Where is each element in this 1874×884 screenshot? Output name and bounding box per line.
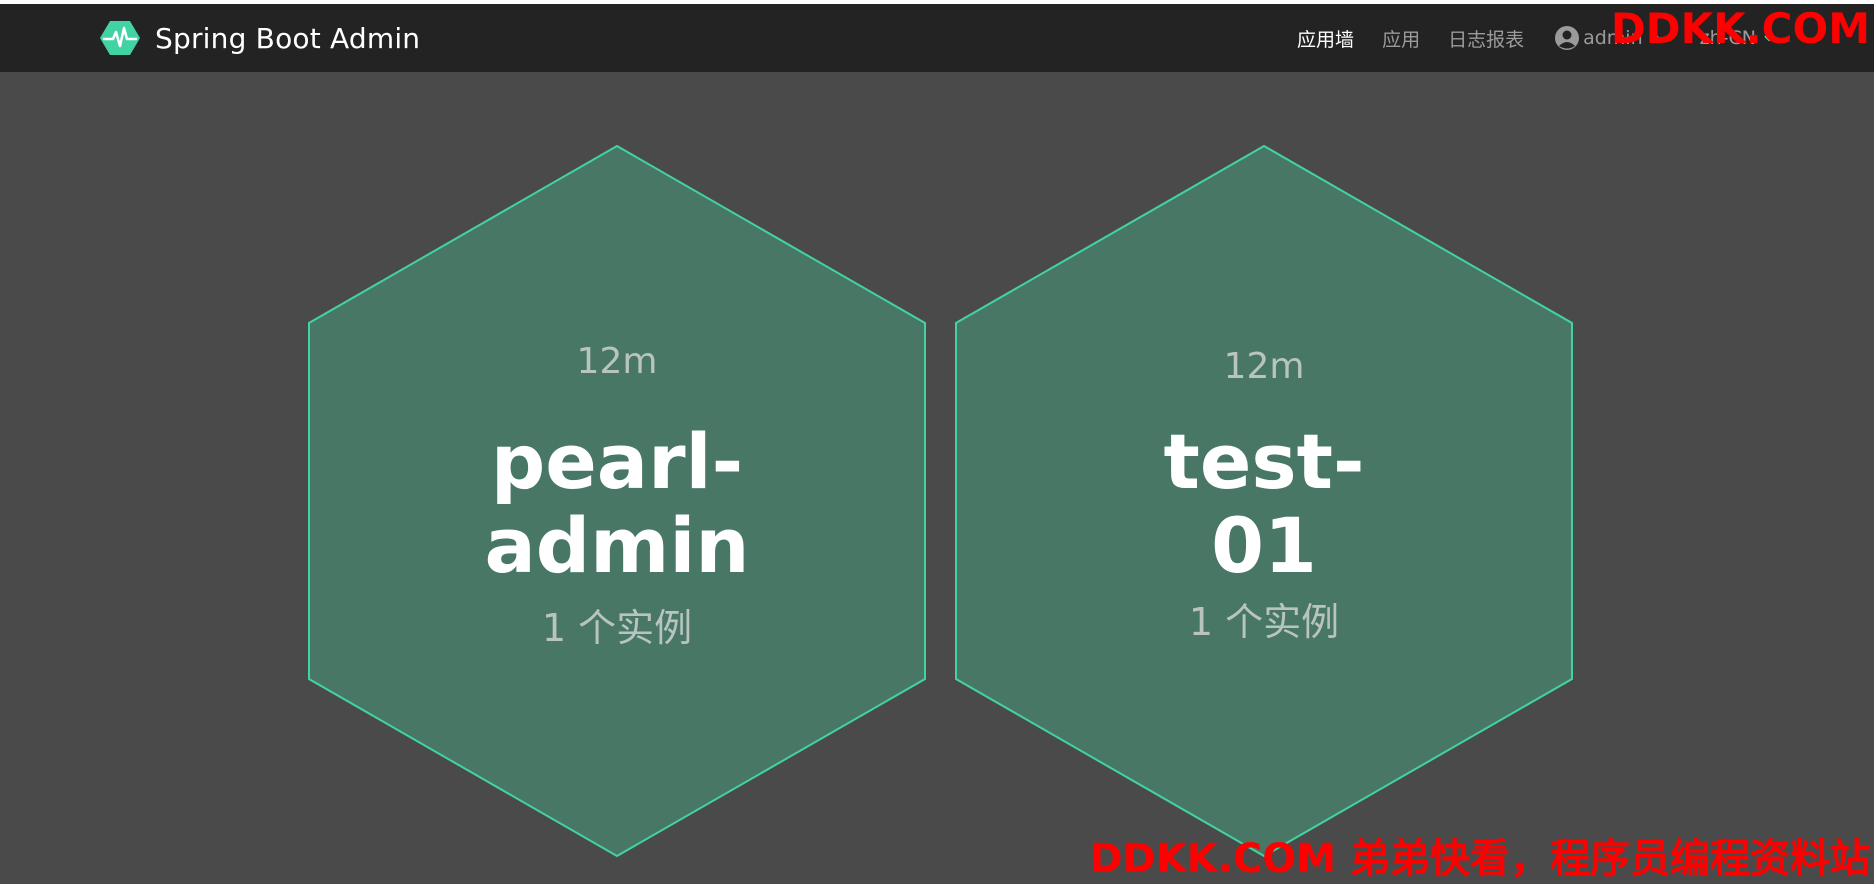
app-name-line1: test-	[1163, 417, 1365, 506]
app-instance-count: 1 个实例	[541, 606, 693, 650]
navbar: Spring Boot Admin 应用墙 应用 日志报表 admin zh-C…	[0, 4, 1874, 72]
app-name-line1: pearl-	[490, 417, 744, 506]
nav-tab-applications[interactable]: 应用	[1382, 25, 1420, 52]
app-uptime: 12m	[576, 341, 658, 382]
application-hexagon[interactable]: 12m pearl- admin 1 个实例	[307, 145, 927, 857]
app-name-line2: 01	[1211, 501, 1317, 590]
user-circle-icon	[1555, 26, 1580, 50]
watermark-top: DDKK.COM	[1610, 4, 1870, 53]
nav-tab-wallboard[interactable]: 应用墙	[1297, 25, 1354, 52]
app-instance-count: 1 个实例	[1188, 600, 1340, 644]
app-title: Spring Boot Admin	[155, 21, 421, 55]
app-name-line2: admin	[484, 501, 750, 590]
brand[interactable]: Spring Boot Admin	[100, 4, 420, 72]
application-hexagon[interactable]: 12m test- 01 1 个实例	[954, 145, 1574, 857]
watermark-bottom: DDKK.COM 弟弟快看，程序员编程资料站	[1089, 836, 1870, 882]
application-wallboard: 12m pearl- admin 1 个实例 12m test- 01 1 个实…	[0, 72, 1874, 872]
spring-boot-admin-logo-icon	[100, 21, 140, 55]
app-uptime: 12m	[1223, 346, 1305, 387]
nav-tab-journal[interactable]: 日志报表	[1448, 25, 1524, 52]
